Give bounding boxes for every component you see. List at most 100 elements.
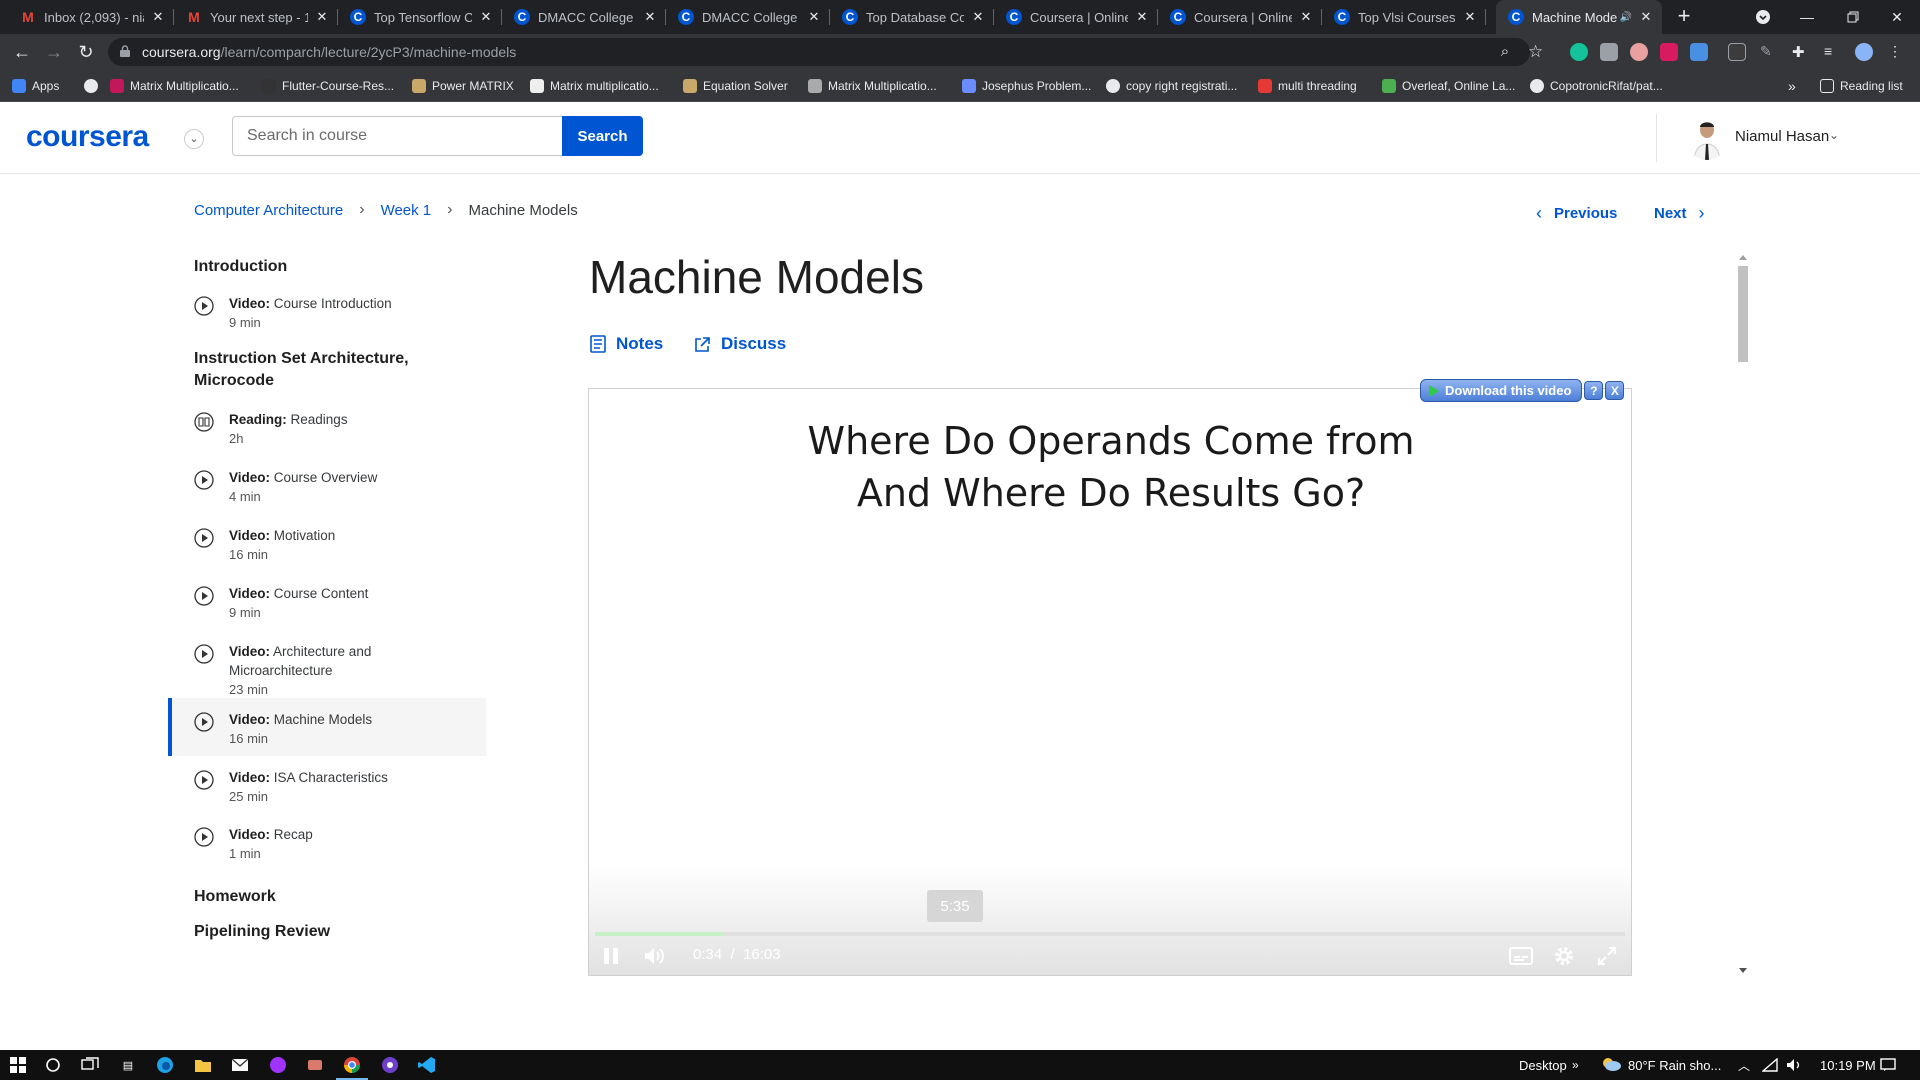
close-tab-icon[interactable]: ✕ bbox=[1638, 9, 1654, 25]
bookmark-star-icon[interactable]: ☆ bbox=[1528, 42, 1543, 62]
zoom-icon[interactable]: ⌕ bbox=[1496, 43, 1514, 61]
video-player[interactable]: Where Do Operands Come from And Where Do… bbox=[588, 388, 1632, 976]
bookmark-item[interactable]: Overleaf, Online La... bbox=[1382, 70, 1515, 102]
sidebar-item[interactable]: Video: ISA Characteristics 25 min bbox=[168, 768, 486, 822]
section-title[interactable]: Pipelining Review bbox=[194, 921, 454, 943]
mail-icon[interactable] bbox=[230, 1055, 250, 1075]
forward-icon[interactable]: → bbox=[42, 40, 66, 64]
file-explorer-icon[interactable] bbox=[193, 1055, 213, 1075]
sidebar-item[interactable]: Video: Machine Models 16 min bbox=[168, 698, 486, 756]
close-tab-icon[interactable]: ✕ bbox=[642, 9, 658, 25]
weather-widget[interactable]: 80°F Rain sho... bbox=[1600, 1050, 1721, 1080]
browser-tab[interactable]: M Your next step - 17 ✕ bbox=[174, 0, 338, 34]
breadcrumb-week[interactable]: Week 1 bbox=[381, 202, 432, 219]
close-tab-icon[interactable]: ✕ bbox=[1462, 9, 1478, 25]
close-tab-icon[interactable]: ✕ bbox=[478, 9, 494, 25]
close-tab-icon[interactable]: ✕ bbox=[970, 9, 986, 25]
grammarly-extension-icon[interactable] bbox=[1570, 43, 1588, 61]
breadcrumb-course[interactable]: Computer Architecture bbox=[194, 202, 343, 219]
restore-window-icon[interactable] bbox=[1830, 0, 1876, 34]
discuss-button[interactable]: Discuss bbox=[694, 334, 786, 354]
close-tab-icon[interactable]: ✕ bbox=[150, 9, 166, 25]
bookmark-item[interactable]: Power MATRIX bbox=[412, 70, 514, 102]
section-title[interactable]: Homework bbox=[194, 886, 454, 908]
browser-tab[interactable]: M Inbox (2,093) - nian ✕ bbox=[8, 0, 174, 34]
close-tab-icon[interactable]: ✕ bbox=[314, 9, 330, 25]
reading-list[interactable]: Reading list bbox=[1820, 70, 1903, 102]
pause-button[interactable] bbox=[603, 943, 619, 969]
download-close-button[interactable]: X bbox=[1605, 381, 1625, 400]
previous-button[interactable]: ‹ Previous bbox=[1536, 203, 1617, 224]
more-bookmarks-icon[interactable]: » bbox=[1788, 70, 1796, 102]
messenger-icon[interactable] bbox=[268, 1055, 288, 1075]
minimize-window-icon[interactable]: — bbox=[1784, 0, 1830, 34]
media-control-icon[interactable]: ≡ bbox=[1824, 43, 1842, 61]
bookmark-item[interactable]: multi threading bbox=[1258, 70, 1357, 102]
download-video-button[interactable]: Download this video bbox=[1420, 379, 1583, 402]
browser-tab[interactable]: C Top Tensorflow Co ✕ bbox=[338, 0, 502, 34]
clock[interactable]: 10:19 PM bbox=[1820, 1050, 1876, 1080]
pen-extension-icon[interactable]: ✎ bbox=[1760, 43, 1778, 61]
chevron-up-icon[interactable]: ︿ bbox=[1738, 1050, 1750, 1080]
bookmark-item[interactable]: Equation Solver bbox=[683, 70, 788, 102]
bookmark-item[interactable]: Matrix multiplicatio... bbox=[530, 70, 659, 102]
browser-tab[interactable]: C Coursera | Online C ✕ bbox=[994, 0, 1158, 34]
reload-icon[interactable]: ↻ bbox=[74, 40, 98, 64]
sidebar-item[interactable]: Video: Course Introduction 9 min bbox=[168, 294, 486, 348]
coursera-logo[interactable]: coursera bbox=[26, 120, 149, 154]
bookmark-item[interactable]: CopotronicRifat/pat... bbox=[1530, 70, 1663, 102]
course-search-input[interactable]: Search in course bbox=[232, 116, 562, 156]
tab-audio-icon[interactable]: 🔊 bbox=[1620, 12, 1632, 23]
section-title[interactable]: Instruction Set Architecture, Microcode bbox=[194, 348, 454, 392]
video-progress-bar[interactable] bbox=[595, 932, 1625, 936]
address-bar[interactable]: coursera.org/learn/comparch/lecture/2ycP… bbox=[108, 38, 1530, 66]
download-help-button[interactable]: ? bbox=[1584, 381, 1604, 400]
scroll-down-arrow[interactable] bbox=[1739, 968, 1747, 973]
close-tab-icon[interactable]: ✕ bbox=[1134, 9, 1150, 25]
desktop-toolbar-label[interactable]: Desktop bbox=[1519, 1050, 1567, 1080]
download-extension-icon[interactable] bbox=[1690, 43, 1708, 61]
calculator-icon[interactable]: ▤ bbox=[118, 1055, 138, 1075]
close-tab-icon[interactable]: ✕ bbox=[806, 9, 822, 25]
scroll-up-arrow[interactable] bbox=[1739, 255, 1747, 260]
new-tab-button[interactable]: + bbox=[1672, 5, 1696, 29]
bookmark-item[interactable] bbox=[84, 70, 104, 102]
bookmark-item[interactable]: Matrix Multiplicatio... bbox=[808, 70, 937, 102]
profile-avatar-icon[interactable] bbox=[1855, 43, 1873, 61]
captions-button[interactable] bbox=[1509, 943, 1533, 969]
github-desktop-icon[interactable] bbox=[380, 1055, 400, 1075]
back-icon[interactable]: ← bbox=[10, 40, 34, 64]
sidebar-item[interactable]: Video: Recap 1 min bbox=[168, 825, 486, 879]
search-button[interactable]: Search bbox=[562, 116, 643, 156]
next-button[interactable]: Next › bbox=[1654, 203, 1705, 224]
sidebar-item[interactable]: Video: Course Content 9 min bbox=[168, 584, 486, 638]
cookie-extension-icon[interactable] bbox=[1630, 43, 1648, 61]
screen-extension-icon[interactable] bbox=[1728, 43, 1746, 61]
bookmark-item[interactable]: Flutter-Course-Res... bbox=[262, 70, 394, 102]
vscode-icon[interactable] bbox=[417, 1055, 437, 1075]
browser-tab[interactable]: C Top Vlsi Courses - (✕ bbox=[1322, 0, 1486, 34]
chevron-right-icon[interactable]: » bbox=[1572, 1050, 1579, 1080]
edge-icon[interactable] bbox=[155, 1055, 175, 1075]
browser-tab[interactable]: C Machine Mode 🔊 ✕ bbox=[1496, 0, 1662, 34]
chrome-icon[interactable] bbox=[342, 1055, 362, 1075]
close-window-icon[interactable]: ✕ bbox=[1874, 0, 1920, 34]
close-tab-icon[interactable]: ✕ bbox=[1298, 9, 1314, 25]
search-icon[interactable] bbox=[43, 1055, 63, 1075]
bookmark-item[interactable]: Matrix Multiplicatio... bbox=[110, 70, 239, 102]
profile-menu-icon[interactable] bbox=[1740, 0, 1786, 34]
network-icon[interactable] bbox=[1762, 1050, 1778, 1080]
apps-bookmark[interactable]: Apps bbox=[12, 70, 59, 102]
chevron-down-icon[interactable]: ⌄ bbox=[1829, 128, 1839, 142]
browser-tab[interactable]: C Top Database Cour ✕ bbox=[830, 0, 994, 34]
page-scrollbar[interactable] bbox=[1735, 252, 1751, 976]
camera-extension-icon[interactable] bbox=[1600, 43, 1618, 61]
browser-tab[interactable]: C DMACC College or ✕ bbox=[666, 0, 830, 34]
user-name[interactable]: Niamul Hasan bbox=[1735, 128, 1829, 145]
speaker-icon[interactable] bbox=[1786, 1050, 1802, 1080]
volume-button[interactable] bbox=[643, 943, 667, 969]
chevron-down-icon[interactable]: ⌄ bbox=[184, 129, 204, 149]
bookmark-item[interactable]: Josephus Problem... bbox=[962, 70, 1091, 102]
browser-tab[interactable]: C Coursera | Online C ✕ bbox=[1158, 0, 1322, 34]
app-icon[interactable] bbox=[305, 1055, 325, 1075]
